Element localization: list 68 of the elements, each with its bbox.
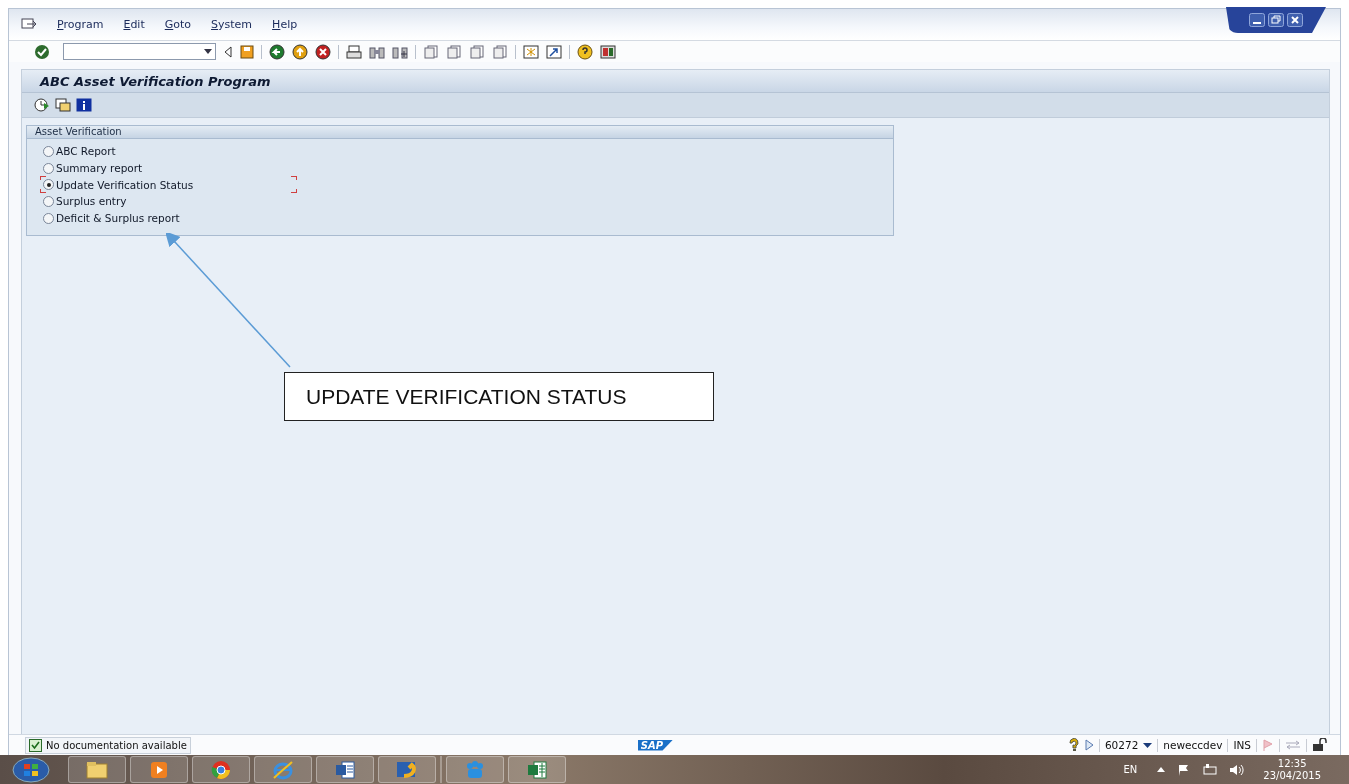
transfer-icon	[1285, 740, 1301, 750]
flag-icon	[1262, 739, 1274, 751]
command-field[interactable]	[63, 43, 216, 60]
radio-label[interactable]: Summary report	[56, 162, 143, 175]
dropdown-icon[interactable]	[1143, 742, 1153, 748]
speaker-icon[interactable]	[1229, 763, 1246, 776]
help-icon[interactable]	[577, 43, 593, 60]
close-icon[interactable]	[1287, 13, 1303, 27]
show-hidden-icons-icon[interactable]	[1157, 767, 1166, 772]
insert-mode: INS	[1233, 739, 1251, 751]
back-triangle-icon[interactable]	[223, 45, 233, 58]
radio-button[interactable]	[43, 162, 54, 174]
previous-page-icon[interactable]	[446, 44, 462, 59]
radio-button[interactable]	[43, 212, 54, 224]
clock[interactable]: 12:35 23/04/2015	[1263, 757, 1321, 782]
new-session-icon[interactable]	[523, 44, 539, 59]
print-icon[interactable]	[346, 44, 362, 59]
taskbar-button[interactable]	[68, 756, 126, 783]
shortcut-icon[interactable]	[546, 44, 562, 59]
start-button-icon[interactable]	[12, 756, 50, 783]
expand-triangle-icon[interactable]	[1084, 739, 1094, 751]
menu-item[interactable]: Program	[57, 18, 104, 31]
variant-icon[interactable]	[55, 98, 71, 112]
sap-logo: SAP	[637, 739, 674, 751]
group-title: Asset Verification	[27, 126, 893, 139]
screen-title: ABC Asset Verification Program	[40, 73, 271, 89]
next-page-icon[interactable]	[469, 44, 485, 59]
execute-icon[interactable]	[34, 98, 50, 112]
system-name: neweccdev	[1163, 739, 1223, 751]
radio-button[interactable]	[43, 195, 54, 207]
save-icon[interactable]	[240, 44, 254, 59]
taskbar-button[interactable]	[316, 756, 374, 783]
help-key-icon[interactable]	[1067, 738, 1080, 752]
clock-time: 12:35	[1277, 757, 1307, 770]
menu-item[interactable]: Goto	[164, 18, 192, 31]
find-next-icon[interactable]	[392, 44, 408, 59]
taskbar-button[interactable]	[378, 756, 436, 783]
radio-label[interactable]: Deficit & Surplus report	[56, 212, 180, 225]
lock-icon[interactable]	[1312, 738, 1328, 752]
menu-item[interactable]: System	[211, 18, 253, 31]
session-number[interactable]: 60272	[1104, 739, 1139, 751]
cancel-icon[interactable]	[315, 43, 331, 60]
last-page-icon[interactable]	[492, 44, 508, 59]
layout-icon[interactable]	[600, 44, 616, 59]
dropdown-icon	[204, 49, 212, 54]
find-icon[interactable]	[369, 44, 385, 59]
radio-label[interactable]: Update Verification Status	[56, 178, 194, 191]
menu-icon[interactable]	[21, 18, 37, 31]
radio-button[interactable]	[43, 179, 54, 191]
first-page-icon[interactable]	[423, 44, 439, 59]
checkmark-icon[interactable]	[34, 43, 50, 60]
language-indicator[interactable]: EN	[1123, 764, 1138, 775]
minimize-icon[interactable]	[1249, 13, 1265, 27]
exit-icon[interactable]	[292, 43, 308, 60]
radio-button[interactable]	[43, 145, 54, 157]
clock-date: 23/04/2015	[1263, 769, 1321, 782]
status-text: No documentation available	[46, 739, 187, 751]
radio-label[interactable]: Surplus entry	[56, 195, 127, 208]
menu-item[interactable]: Edit	[123, 18, 145, 31]
network-icon[interactable]	[1203, 763, 1218, 776]
success-check-icon	[29, 738, 42, 752]
taskbar-button[interactable]	[508, 756, 566, 783]
information-icon[interactable]	[76, 98, 92, 112]
back-icon[interactable]	[269, 43, 285, 60]
radio-label[interactable]: ABC Report	[56, 145, 116, 158]
menu-item[interactable]: Help	[272, 18, 298, 31]
restore-icon[interactable]	[1268, 13, 1284, 27]
annotation-box: UPDATE VERIFICATION STATUS	[284, 372, 714, 421]
